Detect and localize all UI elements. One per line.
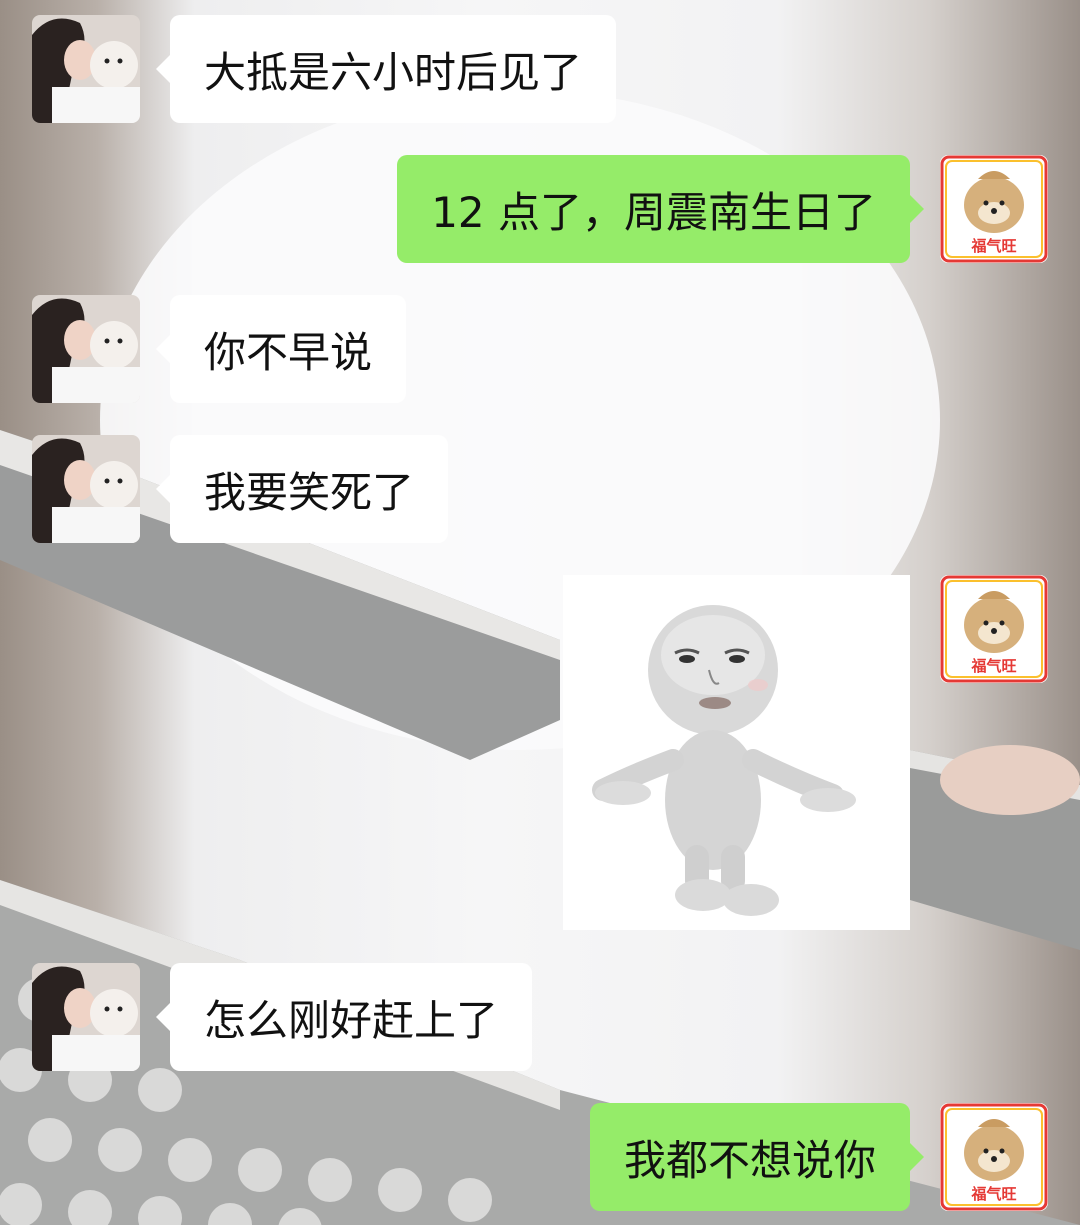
sticker-message[interactable]	[563, 575, 910, 930]
message-text: 怎么刚好赶上了	[204, 995, 499, 1045]
message-text: 大抵是六小时后见了	[204, 47, 583, 97]
girl-with-white-dog-avatar-icon	[32, 963, 140, 1071]
contact-avatar[interactable]	[32, 963, 140, 1071]
girl-with-white-dog-avatar-icon	[32, 435, 140, 543]
message-text: 我都不想说你	[623, 1135, 876, 1185]
contact-avatar[interactable]	[32, 435, 140, 543]
self-avatar[interactable]: 福气旺	[940, 575, 1048, 683]
incoming-message-bubble[interactable]: 你不早说	[155, 295, 407, 403]
message-text: 12 点了，周震南生日了	[431, 187, 876, 237]
contact-avatar[interactable]	[32, 295, 140, 403]
incoming-message-bubble[interactable]: 大抵是六小时后见了	[155, 15, 617, 123]
self-avatar[interactable]: 福气旺	[940, 155, 1048, 263]
message-text: 我要笑死了	[204, 467, 415, 517]
girl-with-white-dog-avatar-icon	[32, 15, 140, 123]
outgoing-message-bubble[interactable]: 我都不想说你	[589, 1103, 925, 1211]
self-avatar[interactable]: 福气旺	[940, 1103, 1048, 1211]
avatar-label: 福气旺	[971, 657, 1017, 675]
avatar-label: 福气旺	[971, 1185, 1017, 1203]
contact-avatar[interactable]	[32, 15, 140, 123]
avatar-label: 福气旺	[971, 237, 1017, 255]
message-text: 你不早说	[204, 327, 373, 377]
incoming-message-bubble[interactable]: 怎么刚好赶上了	[155, 963, 533, 1071]
outgoing-message-bubble[interactable]: 12 点了，周震南生日了	[397, 155, 924, 263]
girl-with-white-dog-avatar-icon	[32, 295, 140, 403]
incoming-message-bubble[interactable]: 我要笑死了	[155, 435, 449, 543]
shrugging-figure-sticker-icon	[563, 575, 910, 930]
